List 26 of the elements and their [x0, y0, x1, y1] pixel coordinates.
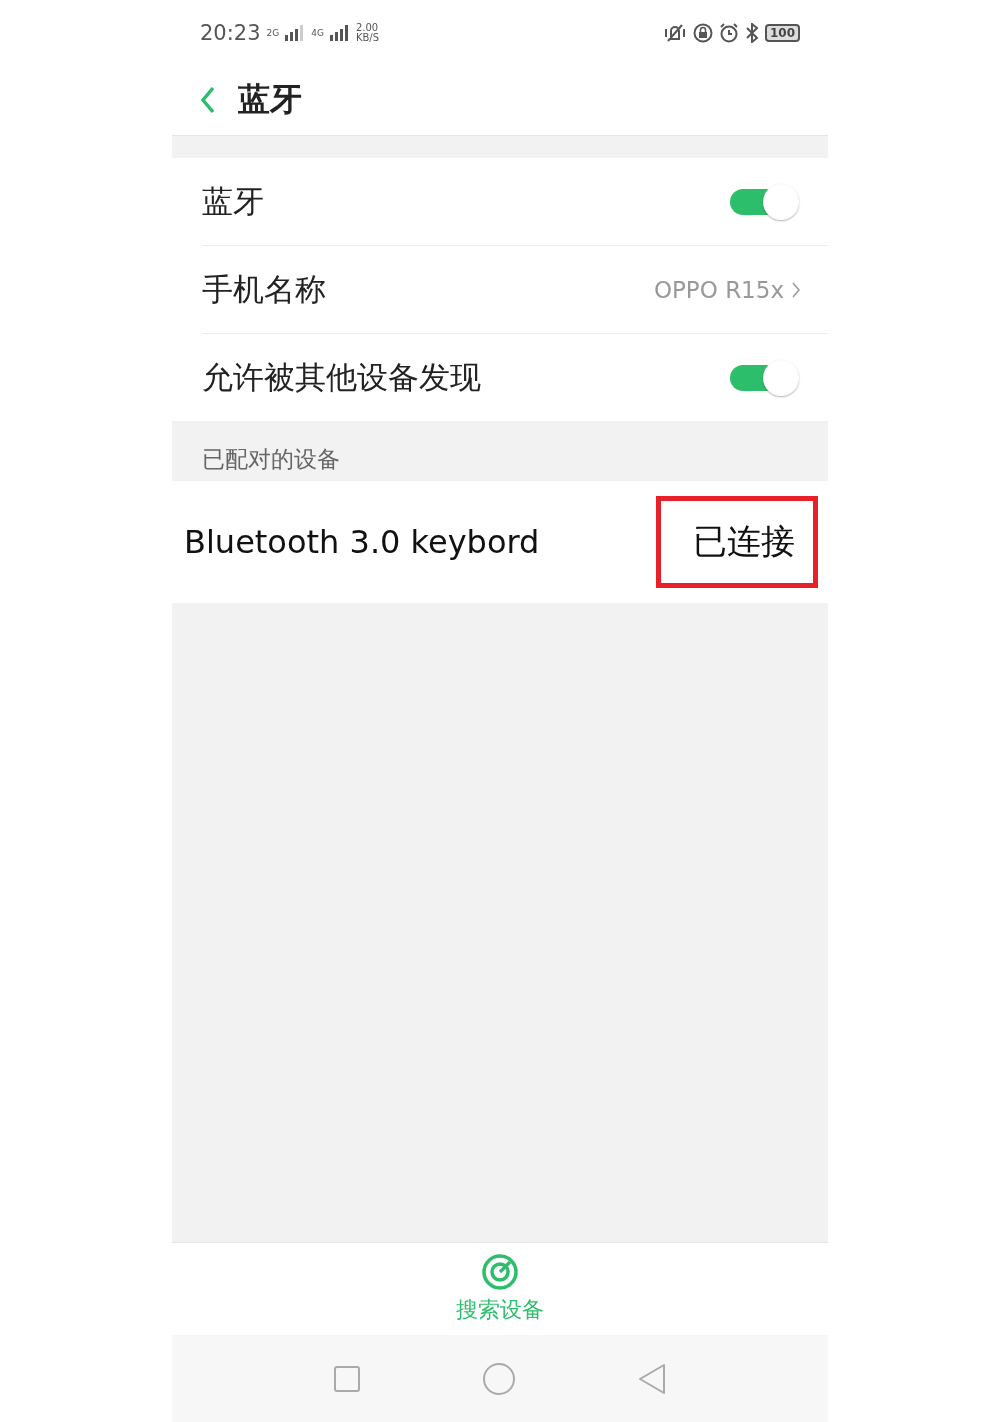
chevron-icon	[792, 281, 800, 298]
battery-level: 100	[764, 23, 800, 42]
setting-value[interactable]: OPPO R15x	[653, 276, 784, 303]
bluetooth-icon	[744, 22, 759, 43]
vibrate-icon	[662, 22, 687, 43]
setting-label: 允许被其他设备发现	[202, 357, 481, 397]
recent-apps-icon[interactable]	[332, 1364, 361, 1393]
network-speed: 2.00	[355, 22, 380, 33]
section-title: 已配对的设备	[202, 445, 340, 474]
network-type: 4G	[311, 27, 324, 38]
connection-status: 已连接	[656, 496, 818, 588]
setting-label: 手机名称	[202, 269, 326, 309]
lock-rotation-icon	[692, 22, 713, 43]
home-icon[interactable]	[482, 1361, 516, 1396]
network-type: 2G	[266, 27, 280, 38]
back-icon[interactable]	[200, 85, 216, 115]
setting-label: 蓝牙	[202, 181, 264, 221]
signal-icon	[329, 24, 350, 41]
device-name[interactable]: Bluetooth 3.0 keybord	[184, 523, 540, 561]
speed-unit: KB/S	[355, 32, 380, 43]
signal-icon	[285, 24, 306, 41]
status-time: 20:23	[200, 20, 261, 45]
page-title: 蓝牙	[238, 79, 302, 120]
back-icon[interactable]	[637, 1362, 668, 1395]
alarm-icon	[718, 22, 739, 43]
radar-icon	[481, 1253, 519, 1291]
